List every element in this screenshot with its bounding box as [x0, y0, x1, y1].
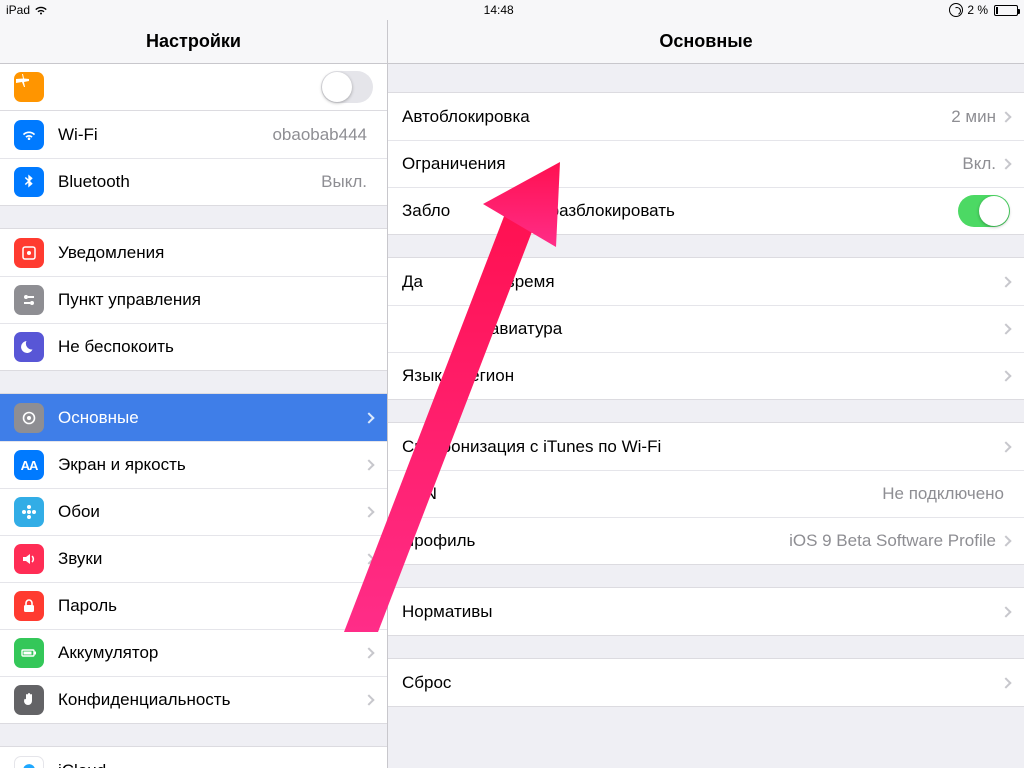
sidebar-item-label: Конфиденциальность — [58, 690, 365, 710]
battery-percent: 2 % — [967, 3, 988, 17]
gear-icon — [14, 403, 44, 433]
orientation-lock-icon — [949, 3, 963, 17]
sidebar-item-label: Основные — [58, 408, 365, 428]
sidebar-item-основные[interactable]: Основные — [0, 394, 387, 441]
detail-item-да-время[interactable]: Да время — [388, 258, 1024, 305]
sidebar-item-label: Пароль — [58, 596, 365, 616]
chevron-right-icon — [1000, 323, 1011, 334]
chevron-right-icon — [363, 600, 374, 611]
detail-item-vpn[interactable]: VPNНе подключено — [388, 470, 1024, 517]
detail-item-профиль[interactable]: ПрофильiOS 9 Beta Software Profile — [388, 517, 1024, 564]
chevron-right-icon — [363, 647, 374, 658]
battery-icon — [14, 638, 44, 668]
detail-item-label: Да время — [402, 272, 1002, 292]
hand-icon — [14, 685, 44, 715]
sidebar-item-уведомления[interactable]: Уведомления — [0, 229, 387, 276]
clock: 14:48 — [48, 3, 949, 17]
chevron-right-icon — [1000, 111, 1011, 122]
chevron-right-icon — [363, 553, 374, 564]
detail-item-label: Ограничения — [402, 154, 962, 174]
chevron-right-icon — [1000, 606, 1011, 617]
sidebar-item-label: Bluetooth — [58, 172, 321, 192]
chevron-right-icon — [363, 506, 374, 517]
chevron-right-icon — [363, 694, 374, 705]
detail-item-заблоть-разблокировать[interactable]: Заблоть/разблокировать — [388, 187, 1024, 234]
device-name: iPad — [6, 3, 30, 17]
detail-item-ограничения[interactable]: ОграниченияВкл. — [388, 140, 1024, 187]
sidebar-item-bluetooth[interactable]: BluetoothВыкл. — [0, 158, 387, 205]
sidebar-item-label: Обои — [58, 502, 365, 522]
chevron-right-icon — [363, 459, 374, 470]
chevron-right-icon — [363, 412, 374, 423]
chevron-right-icon — [1000, 441, 1011, 452]
airplane-toggle[interactable] — [321, 71, 373, 103]
detail-item-label: Язык и регион — [402, 366, 1002, 386]
sidebar-item-звуки[interactable]: Звуки — [0, 535, 387, 582]
detail-item-нормативы[interactable]: Нормативы — [388, 588, 1024, 635]
chevron-right-icon — [1000, 276, 1011, 287]
moon-icon — [14, 332, 44, 362]
sidebar-item-value: obaobab444 — [272, 125, 367, 145]
chevron-right-icon — [1000, 535, 1011, 546]
detail-item-label: лавиатура — [402, 319, 1002, 339]
detail-item-value: 2 мин — [951, 107, 996, 127]
battery-icon — [994, 5, 1018, 16]
sidebar-item-label: Пункт управления — [58, 290, 373, 310]
detail-item-label: Автоблокировка — [402, 107, 951, 127]
detail-panel: Основные Автоблокировка2 минОграниченияВ… — [388, 20, 1024, 768]
sidebar-title: Настройки — [0, 20, 387, 64]
wifi-status-icon — [34, 5, 48, 15]
sidebar-item-label: Аккумулятор — [58, 643, 365, 663]
sidebar-item-icloud[interactable]: iCloud — [0, 747, 387, 768]
sidebar-item-label: iCloud — [58, 761, 373, 768]
sidebar-item-label: Не беспокоить — [58, 337, 373, 357]
status-bar: iPad 14:48 2 % — [0, 0, 1024, 20]
sidebar-item-value: Выкл. — [321, 172, 367, 192]
sidebar-item-label: Wi-Fi — [58, 125, 272, 145]
detail-item-лавиатура[interactable]: лавиатура — [388, 305, 1024, 352]
detail-item-label: Заблоть/разблокировать — [402, 201, 958, 221]
detail-item-label: VPN — [402, 484, 882, 504]
lock-icon — [14, 591, 44, 621]
wifi-icon — [14, 120, 44, 150]
detail-item-автоблокировка[interactable]: Автоблокировка2 мин — [388, 93, 1024, 140]
bluetooth-icon — [14, 167, 44, 197]
sidebar-item-label: Экран и яркость — [58, 455, 365, 475]
sidebar-item-wi-fi[interactable]: Wi-Fiobaobab444 — [0, 111, 387, 158]
speaker-icon — [14, 544, 44, 574]
chevron-right-icon — [1000, 677, 1011, 688]
chevron-right-icon — [1000, 370, 1011, 381]
sidebar: Настройки Wi-Fiobaobab444BluetoothВыкл.У… — [0, 20, 388, 768]
detail-item-синхронизация-с-itunes-по-wi-fi[interactable]: Синхронизация с iTunes по Wi-Fi — [388, 423, 1024, 470]
sidebar-item-не-беспокоить[interactable]: Не беспокоить — [0, 323, 387, 370]
detail-item-label: Нормативы — [402, 602, 1002, 622]
chevron-right-icon — [1000, 158, 1011, 169]
detail-item-label: Синхронизация с iTunes по Wi-Fi — [402, 437, 1002, 457]
detail-item-value: iOS 9 Beta Software Profile — [789, 531, 996, 551]
detail-item-value: Не подключено — [882, 484, 1004, 504]
flower-icon — [14, 497, 44, 527]
detail-item-сброс[interactable]: Сброс — [388, 659, 1024, 706]
detail-item-язык-и-регион[interactable]: Язык и регион — [388, 352, 1024, 399]
toggle-switch[interactable] — [958, 195, 1010, 227]
sidebar-item-label: Звуки — [58, 549, 365, 569]
sidebar-item-пункт-управления[interactable]: Пункт управления — [0, 276, 387, 323]
cloud-icon — [14, 756, 44, 768]
airplane-icon — [14, 72, 44, 102]
bell-icon — [14, 238, 44, 268]
sidebar-item-обои[interactable]: Обои — [0, 488, 387, 535]
sidebar-item-конфиденциальность[interactable]: Конфиденциальность — [0, 676, 387, 723]
detail-item-value: Вкл. — [962, 154, 996, 174]
detail-item-label: Профиль — [402, 531, 789, 551]
sidebar-item-пароль[interactable]: Пароль — [0, 582, 387, 629]
sidebar-item-airplane-mode[interactable] — [0, 64, 387, 111]
toggles-icon — [14, 285, 44, 315]
detail-item-label: Сброс — [402, 673, 1002, 693]
sidebar-item-label: Уведомления — [58, 243, 373, 263]
sidebar-item-аккумулятор[interactable]: Аккумулятор — [0, 629, 387, 676]
detail-title: Основные — [388, 20, 1024, 64]
sidebar-item-экран-и-яркость[interactable]: AA Экран и яркость — [0, 441, 387, 488]
aa-icon: AA — [14, 450, 44, 480]
